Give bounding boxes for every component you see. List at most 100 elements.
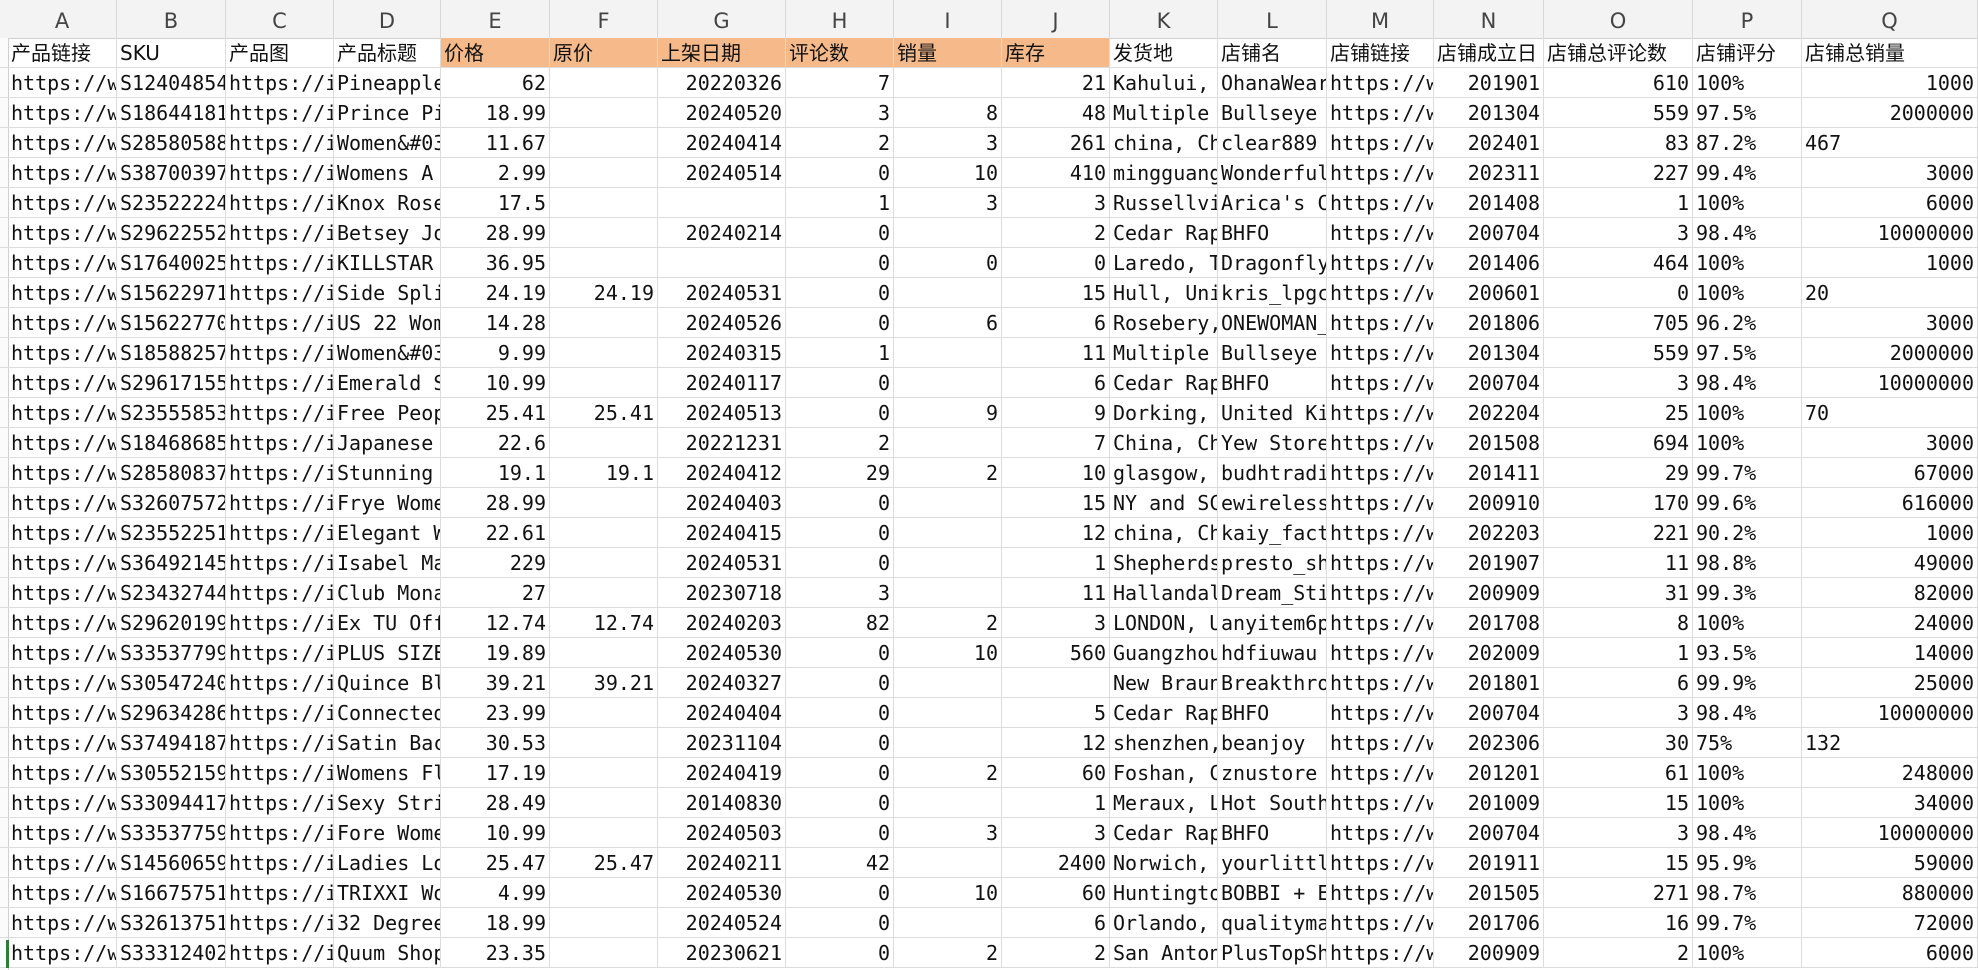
cell[interactable]: 30.53 [441, 728, 550, 757]
cell[interactable]: 100% [1693, 248, 1802, 277]
cell[interactable]: 20240415 [658, 518, 786, 547]
cell[interactable]: 3 [894, 818, 1002, 847]
cell[interactable]: 99.6% [1693, 488, 1802, 517]
cell[interactable]: 24.19 [441, 278, 550, 307]
cell[interactable]: https://w [8, 848, 117, 877]
cell[interactable]: 100% [1693, 398, 1802, 427]
cell[interactable] [1002, 668, 1110, 697]
column-letter-d[interactable]: D [334, 0, 441, 38]
cell[interactable]: kris_lpgc [1218, 278, 1327, 307]
cell[interactable]: Side Spli [334, 278, 441, 307]
cell[interactable] [894, 518, 1002, 547]
cell[interactable]: clear889 [1218, 128, 1327, 157]
cell[interactable]: 20240503 [658, 818, 786, 847]
cell[interactable]: 100% [1693, 278, 1802, 307]
cell[interactable]: https://i [226, 368, 334, 397]
cell[interactable]: Orlando, [1110, 908, 1218, 937]
cell[interactable]: 10.99 [441, 368, 550, 397]
cell[interactable]: 72000 [1802, 908, 1978, 937]
cell[interactable]: BHFO [1218, 698, 1327, 727]
cell[interactable]: https://i [226, 128, 334, 157]
cell[interactable]: https://i [226, 848, 334, 877]
cell[interactable]: 62 [441, 68, 550, 97]
cell[interactable]: 20240531 [658, 548, 786, 577]
cell[interactable]: 202306 [1434, 728, 1544, 757]
cell[interactable]: https://w [1327, 758, 1434, 787]
cell[interactable] [550, 128, 658, 157]
cell[interactable]: 11.67 [441, 128, 550, 157]
cell[interactable]: Cedar Rap [1110, 218, 1218, 247]
cell[interactable]: 3000 [1802, 428, 1978, 457]
cell[interactable]: S23522224 [117, 188, 226, 217]
cell[interactable]: https://w [1327, 668, 1434, 697]
cell[interactable]: https://w [1327, 158, 1434, 187]
cell[interactable]: 28.49 [441, 788, 550, 817]
cell[interactable]: 15 [1544, 848, 1693, 877]
cell[interactable] [550, 548, 658, 577]
column-letter-m[interactable]: M [1327, 0, 1434, 38]
cell[interactable]: 98.4% [1693, 218, 1802, 247]
cell[interactable]: https://w [8, 488, 117, 517]
cell[interactable]: Wonderful [1218, 158, 1327, 187]
cell[interactable]: Isabel Ma [334, 548, 441, 577]
column-letter-a[interactable]: A [8, 0, 117, 38]
cell[interactable]: https://w [1327, 458, 1434, 487]
header-cell-q[interactable]: 店铺总销量 [1802, 38, 1978, 67]
cell[interactable]: 705 [1544, 308, 1693, 337]
cell[interactable]: S36492145 [117, 548, 226, 577]
cell[interactable]: https://i [226, 518, 334, 547]
cell[interactable]: https://w [1327, 338, 1434, 367]
cell[interactable]: https://w [8, 578, 117, 607]
cell[interactable]: 1 [1002, 788, 1110, 817]
cell[interactable]: 201806 [1434, 308, 1544, 337]
cell[interactable]: 20240211 [658, 848, 786, 877]
cell[interactable]: 7 [1002, 428, 1110, 457]
cell[interactable] [550, 518, 658, 547]
cell[interactable]: https://i [226, 698, 334, 727]
cell[interactable]: 10000000 [1802, 218, 1978, 247]
cell[interactable]: 1 [1544, 638, 1693, 667]
column-letter-f[interactable]: F [550, 0, 658, 38]
cell[interactable]: 10000000 [1802, 368, 1978, 397]
cell[interactable]: https://w [8, 638, 117, 667]
cell[interactable]: 694 [1544, 428, 1693, 457]
cell[interactable]: S33312402 [117, 938, 226, 967]
cell[interactable]: 9 [894, 398, 1002, 427]
cell[interactable]: 1000 [1802, 68, 1978, 97]
cell[interactable]: 201408 [1434, 188, 1544, 217]
cell[interactable]: 100% [1693, 608, 1802, 637]
cell[interactable]: Fore Wome [334, 818, 441, 847]
cell[interactable]: Shepherds [1110, 548, 1218, 577]
cell[interactable]: 39.21 [441, 668, 550, 697]
cell[interactable]: 12.74 [550, 608, 658, 637]
cell[interactable]: 20240524 [658, 908, 786, 937]
cell[interactable]: 3 [1544, 818, 1693, 847]
cell[interactable]: 610 [1544, 68, 1693, 97]
cell[interactable]: https://i [226, 278, 334, 307]
cell[interactable]: 67000 [1802, 458, 1978, 487]
cell[interactable]: China, Ch [1110, 428, 1218, 457]
cell[interactable]: https://i [226, 938, 334, 967]
cell[interactable]: 201505 [1434, 878, 1544, 907]
cell[interactable]: https://i [226, 578, 334, 607]
cell[interactable]: 99.4% [1693, 158, 1802, 187]
cell[interactable]: Bullseye [1218, 338, 1327, 367]
cell[interactable]: 11 [1544, 548, 1693, 577]
cell[interactable]: 0 [1544, 278, 1693, 307]
cell[interactable]: 18.99 [441, 908, 550, 937]
cell[interactable]: https://w [1327, 848, 1434, 877]
cell[interactable]: https://w [1327, 248, 1434, 277]
cell[interactable]: Elegant W [334, 518, 441, 547]
cell[interactable]: kaiy_fact [1218, 518, 1327, 547]
cell[interactable] [550, 818, 658, 847]
cell[interactable]: 20240513 [658, 398, 786, 427]
header-cell-j[interactable]: 库存 [1002, 38, 1110, 67]
cell[interactable]: 23.35 [441, 938, 550, 967]
cell[interactable]: https://w [1327, 908, 1434, 937]
cell[interactable]: 616000 [1802, 488, 1978, 517]
cell[interactable]: Ladies Lo [334, 848, 441, 877]
cell[interactable]: https://w [8, 728, 117, 757]
cell[interactable]: Cedar Rap [1110, 698, 1218, 727]
cell[interactable]: 15 [1002, 488, 1110, 517]
cell[interactable]: United Ki [1218, 398, 1327, 427]
